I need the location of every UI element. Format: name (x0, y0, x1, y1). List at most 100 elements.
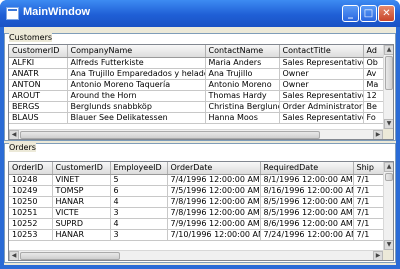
table-cell[interactable]: 6 (110, 185, 168, 197)
table-cell[interactable]: 8/5/1996 12:00:00 AM (260, 196, 354, 208)
scroll-down-arrow-icon[interactable]: ▼ (384, 119, 393, 129)
customers-vertical-scrollbar[interactable]: ▲ ▼ (383, 45, 393, 129)
table-cell[interactable]: Christina Berglund (205, 101, 280, 113)
table-row[interactable]: ANATR Ana Trujillo Emparedados y helados A… (9, 68, 393, 80)
scroll-right-arrow-icon[interactable]: ▶ (373, 130, 383, 139)
minimize-button[interactable]: _ (342, 5, 359, 22)
table-row[interactable]: 10250 HANAR 4 7/8/1996 12:00:00 AM 8/5/1996 … (9, 196, 393, 208)
table-cell[interactable]: ANATR (9, 68, 68, 80)
table-cell[interactable]: Order Administrator (279, 101, 364, 113)
table-cell[interactable]: Ana Trujillo Emparedados y helados (67, 68, 206, 80)
table-cell[interactable]: ALFKI (9, 57, 68, 69)
column-header[interactable]: OrderID (9, 162, 53, 175)
scroll-down-arrow-icon[interactable]: ▼ (384, 240, 393, 250)
table-cell[interactable]: 7/24/1996 12:00:00 AM (260, 229, 354, 241)
table-cell[interactable]: 10252 (9, 218, 53, 230)
table-cell[interactable]: 7/8/1996 12:00:00 AM (167, 207, 261, 219)
column-header[interactable]: CustomerID (9, 45, 68, 58)
orders-grid[interactable]: OrderID CustomerID EmployeeID OrderDate Requ… (8, 161, 394, 261)
table-cell[interactable]: Berglunds snabbköp (67, 101, 206, 113)
table-cell[interactable]: 8/5/1996 12:00:00 AM (260, 207, 354, 219)
table-cell[interactable]: 3 (110, 229, 168, 241)
column-header[interactable]: OrderDate (167, 162, 261, 175)
table-cell[interactable]: AROUT (9, 90, 68, 102)
column-header[interactable]: CompanyName (67, 45, 206, 58)
table-cell[interactable]: Antonio Moreno (205, 79, 280, 91)
table-cell[interactable]: 7/5/1996 12:00:00 AM (167, 185, 261, 197)
table-cell[interactable]: BLAUS (9, 112, 68, 124)
table-cell[interactable]: Alfreds Futterkiste (67, 57, 206, 69)
table-cell[interactable]: 4 (110, 196, 168, 208)
table-cell[interactable]: 4 (110, 218, 168, 230)
table-cell[interactable]: Maria Anders (205, 57, 280, 69)
table-row[interactable]: 10253 HANAR 3 7/10/1996 12:00:00 AM 7/24/199… (9, 229, 393, 241)
scroll-up-arrow-icon[interactable]: ▲ (384, 45, 393, 55)
scroll-corner (383, 129, 393, 139)
column-header[interactable]: CustomerID (52, 162, 111, 175)
table-cell[interactable]: 8/6/1996 12:00:00 AM (260, 218, 354, 230)
orders-vertical-scrollbar[interactable]: ▲ ▼ (383, 162, 393, 250)
orders-table: OrderID CustomerID EmployeeID OrderDate Requ… (9, 162, 393, 241)
table-cell[interactable]: Around the Horn (67, 90, 206, 102)
scroll-right-arrow-icon[interactable]: ▶ (373, 251, 383, 260)
title-bar[interactable]: MainWindow _ □ ✕ (0, 0, 400, 27)
table-cell[interactable]: 7/9/1996 12:00:00 AM (167, 218, 261, 230)
table-row[interactable]: AROUT Around the Horn Thomas Hardy Sales Re… (9, 90, 393, 102)
table-row[interactable]: 10249 TOMSP 6 7/5/1996 12:00:00 AM 8/16/1996… (9, 185, 393, 197)
table-cell[interactable]: 10248 (9, 174, 53, 186)
window-title: MainWindow (23, 6, 91, 18)
table-row[interactable]: BERGS Berglunds snabbköp Christina Berglun… (9, 101, 393, 113)
table-cell[interactable]: 8/16/1996 12:00:00 AM (260, 185, 354, 197)
scroll-left-arrow-icon[interactable]: ◀ (9, 251, 19, 260)
table-cell[interactable]: 7/10/1996 12:00:00 AM (167, 229, 261, 241)
table-cell[interactable]: Sales Representative (279, 57, 364, 69)
table-cell[interactable]: HANAR (52, 196, 111, 208)
scroll-left-arrow-icon[interactable]: ◀ (9, 130, 19, 139)
column-header[interactable]: RequiredDate (260, 162, 354, 175)
table-cell[interactable]: BERGS (9, 101, 68, 113)
table-cell[interactable]: 7/4/1996 12:00:00 AM (167, 174, 261, 186)
column-header[interactable]: ContactName (205, 45, 280, 58)
table-cell[interactable]: TOMSP (52, 185, 111, 197)
table-row[interactable]: BLAUS Blauer See Delikatessen Hanna Moos Sa… (9, 112, 393, 124)
table-cell[interactable]: Owner (279, 79, 364, 91)
table-row[interactable]: 10252 SUPRD 4 7/9/1996 12:00:00 AM 8/6/1996 … (9, 218, 393, 230)
table-row[interactable]: 10248 VINET 5 7/4/1996 12:00:00 AM 8/1/1996 … (9, 174, 393, 186)
table-cell[interactable]: ANTON (9, 79, 68, 91)
scroll-up-arrow-icon[interactable]: ▲ (384, 162, 393, 172)
orders-horizontal-scrollbar[interactable]: ◀ ▶ (9, 250, 383, 260)
table-row[interactable]: ANTON Antonio Moreno Taquería Antonio More… (9, 79, 393, 91)
table-cell[interactable]: 3 (110, 207, 168, 219)
table-cell[interactable]: Sales Representative (279, 90, 364, 102)
orders-hscroll-thumb[interactable] (20, 252, 120, 260)
table-cell[interactable]: Ana Trujillo (205, 68, 280, 80)
table-cell[interactable]: 5 (110, 174, 168, 186)
table-cell[interactable]: VINET (52, 174, 111, 186)
close-button[interactable]: ✕ (378, 5, 395, 22)
table-row[interactable]: 10251 VICTE 3 7/8/1996 12:00:00 AM 8/5/1996 … (9, 207, 393, 219)
table-cell[interactable]: Blauer See Delikatessen (67, 112, 206, 124)
table-cell[interactable]: 7/8/1996 12:00:00 AM (167, 196, 261, 208)
table-cell[interactable]: SUPRD (52, 218, 111, 230)
table-cell[interactable]: 10253 (9, 229, 53, 241)
column-header[interactable]: EmployeeID (110, 162, 168, 175)
table-cell[interactable]: Hanna Moos (205, 112, 280, 124)
customers-hscroll-thumb[interactable] (20, 131, 320, 139)
table-cell[interactable]: HANAR (52, 229, 111, 241)
table-cell[interactable]: Sales Representative (279, 112, 364, 124)
table-row[interactable]: ALFKI Alfreds Futterkiste Maria Anders Sale… (9, 57, 393, 69)
table-cell[interactable]: Owner (279, 68, 364, 80)
customers-vscroll-thumb[interactable] (385, 56, 393, 90)
table-cell[interactable]: 8/1/1996 12:00:00 AM (260, 174, 354, 186)
orders-vscroll-thumb[interactable] (385, 173, 393, 181)
table-cell[interactable]: 10251 (9, 207, 53, 219)
customers-grid[interactable]: CustomerID CompanyName ContactName ContactT… (8, 44, 394, 140)
table-cell[interactable]: Thomas Hardy (205, 90, 280, 102)
table-cell[interactable]: Antonio Moreno Taquería (67, 79, 206, 91)
maximize-button[interactable]: □ (360, 5, 377, 22)
table-cell[interactable]: 10249 (9, 185, 53, 197)
column-header[interactable]: ContactTitle (279, 45, 364, 58)
customers-horizontal-scrollbar[interactable]: ◀ ▶ (9, 129, 383, 139)
table-cell[interactable]: VICTE (52, 207, 111, 219)
table-cell[interactable]: 10250 (9, 196, 53, 208)
